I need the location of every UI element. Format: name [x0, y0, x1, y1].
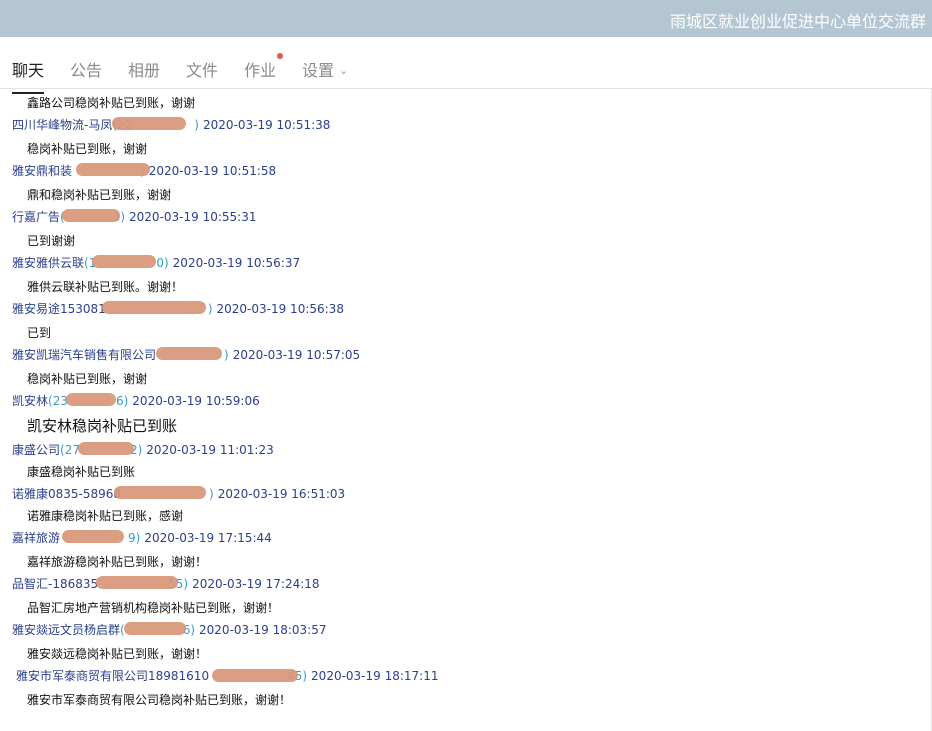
sender-account: (27: [60, 443, 80, 457]
message-time: 2020-03-19 10:57:05: [232, 348, 361, 362]
redaction-mark: [76, 163, 150, 176]
message-time: 2020-03-19 16:51:03: [217, 487, 346, 501]
redaction-mark: [62, 209, 120, 222]
sender-name: 雅安雅供云联: [12, 256, 85, 270]
message-text: 已到: [27, 326, 52, 340]
message-time: 2020-03-19 10:51:58: [148, 164, 277, 178]
redaction-mark: [112, 117, 186, 130]
tab-announcement[interactable]: 公告: [70, 57, 102, 81]
message-text: 品智汇房地产营销机构稳岗补贴已到账，谢谢！: [27, 601, 280, 615]
redaction-mark: [124, 622, 186, 635]
redaction-mark: [78, 442, 134, 455]
message-time: 2020-03-19 18:17:11: [311, 669, 439, 683]
sender-account-tail: ): [207, 302, 213, 316]
message-text: 稳岗补贴已到账，谢谢: [27, 142, 148, 156]
message-text: 嘉祥旅游稳岗补贴已到账，谢谢！: [27, 555, 208, 569]
redaction-mark: [96, 576, 178, 589]
message-text: 雅安燚远稳岗补贴已到账，谢谢！: [27, 647, 208, 661]
sender-account-tail: 0): [156, 256, 169, 270]
sender-account-tail: ): [224, 348, 229, 362]
message-text: 诺雅康稳岗补贴已到账，感谢: [27, 509, 184, 523]
message-sender-line[interactable]: 凯安林(23 6) 2020-03-19 10:59:06: [12, 392, 260, 409]
message-sender-line[interactable]: 雅安雅供云联(1 0) 2020-03-19 10:56:37: [12, 254, 300, 271]
message-time: 2020-03-19 10:56:38: [216, 302, 344, 316]
tab-bar: 聊天 公告 相册 文件 作业 设置 ⌄: [0, 37, 932, 94]
message-text: 雅安市军泰商贸有限公司稳岗补贴已到账，谢谢！: [27, 693, 292, 707]
tab-files[interactable]: 文件: [186, 57, 218, 81]
message-sender-line[interactable]: 康盛公司(27 2) 2020-03-19 11:01:23: [12, 441, 274, 458]
redaction-mark: [62, 530, 124, 543]
sender-name: 雅安凯瑞汽车销售有限公司: [12, 348, 157, 362]
redaction-mark: [66, 393, 116, 406]
message-text: 稳岗补贴已到账，谢谢: [27, 372, 148, 386]
message-time: 2020-03-19 10:55:31: [129, 210, 257, 224]
sender-name: 诺雅康0835-58968: [12, 487, 122, 501]
title-bar: 雨城区就业创业促进中心单位交流群: [0, 0, 932, 37]
sender-account-tail: 6): [115, 394, 129, 408]
tab-homework[interactable]: 作业: [244, 53, 284, 81]
message-time: 2020-03-19 11:01:23: [146, 443, 274, 457]
message-text: 康盛稳岗补贴已到账: [27, 465, 136, 479]
sender-name: 雅安易途153081: [12, 302, 106, 316]
sender-account: (23: [48, 394, 68, 408]
tab-settings[interactable]: 设置 ⌄: [302, 57, 348, 81]
message-sender-line[interactable]: 行嘉广告(3)2020-03-19 10:55:31: [12, 208, 256, 225]
message-time: 2020-03-19 17:24:18: [192, 577, 320, 591]
redaction-mark: [92, 255, 156, 268]
sender-name: 品智汇-186835: [12, 577, 99, 591]
message-time: 2020-03-19 10:59:06: [132, 394, 260, 408]
redaction-mark: [114, 486, 206, 499]
sender-name: 雅安鼎和装: [12, 164, 73, 178]
tab-chat-label: 聊天: [12, 61, 45, 80]
tab-album-label: 相册: [128, 61, 161, 80]
sender-name: 康盛公司: [12, 443, 61, 457]
redaction-mark: [212, 669, 298, 682]
message-time: 2020-03-19 18:03:57: [199, 623, 327, 637]
tab-album[interactable]: 相册: [128, 57, 160, 81]
sender-account-tail: ): [194, 118, 199, 132]
message-text: 已到谢谢: [27, 234, 76, 248]
message-text: 雅供云联补贴已到账。谢谢！: [27, 280, 184, 294]
tab-files-label: 文件: [186, 61, 219, 80]
tab-chat[interactable]: 聊天: [12, 57, 45, 94]
message-text: 鑫路公司稳岗补贴已到账，谢谢: [27, 96, 196, 110]
window-title: 雨城区就业创业促进中心单位交流群: [669, 12, 926, 31]
tab-homework-label: 作业: [244, 61, 277, 80]
message-text: 凯安林稳岗补贴已到账: [27, 417, 178, 435]
tab-settings-label: 设置: [302, 61, 335, 80]
message-time: 2020-03-19 17:15:44: [144, 531, 272, 545]
sender-name: 行嘉广告: [12, 210, 61, 224]
chevron-down-icon: ⌄: [339, 64, 349, 77]
sender-name: 四川华峰物流-马凤: [12, 118, 113, 132]
redaction-mark: [102, 301, 206, 314]
message-time: 2020-03-19 10:56:37: [172, 256, 301, 270]
sender-account-tail: 9): [128, 531, 141, 545]
sender-name: 雅安市军泰商贸有限公司18981610: [16, 669, 210, 683]
redaction-mark: [156, 347, 222, 360]
sender-name: 凯安林: [12, 394, 49, 408]
sender-name: 嘉祥旅游: [12, 531, 61, 545]
chat-message-list[interactable]: 鑫路公司稳岗补贴已到账，谢谢 四川华峰物流-马凤(22)2020-03-19 1…: [0, 89, 932, 731]
sender-name: 雅安燚远文员杨启群: [12, 623, 121, 637]
sender-account-tail: ): [209, 487, 214, 501]
message-time: 2020-03-19 10:51:38: [202, 118, 331, 132]
message-text: 鼎和稳岗补贴已到账，谢谢: [27, 188, 172, 202]
tab-announcement-label: 公告: [70, 61, 103, 80]
message-sender-line[interactable]: 嘉祥旅游 9) 2020-03-19 17:15:44: [12, 529, 272, 546]
notification-dot-icon: [277, 53, 284, 59]
